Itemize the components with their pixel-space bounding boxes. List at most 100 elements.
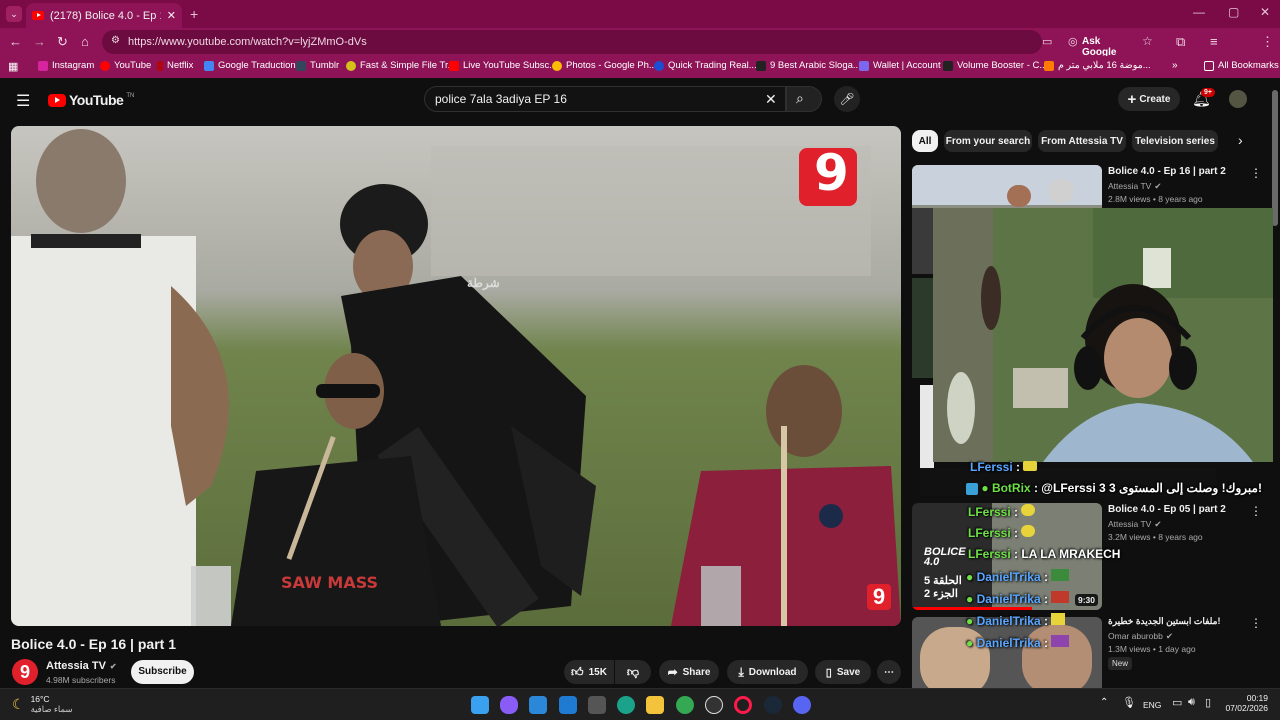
- search-input[interactable]: police 7ala 3adiya EP 16 ✕: [424, 86, 786, 112]
- bookmark-live-subs[interactable]: Live YouTube Subsc...: [449, 60, 557, 71]
- tab-search-button[interactable]: ⌄: [6, 6, 22, 22]
- bookmark-arabic-slogans[interactable]: 9 Best Arabic Sloga...: [756, 60, 861, 71]
- download-button[interactable]: ⤓ Download: [727, 660, 808, 684]
- store-icon[interactable]: [529, 696, 547, 714]
- github-icon[interactable]: [705, 696, 723, 714]
- chrome-icon[interactable]: [676, 696, 694, 714]
- volume-icon[interactable]: 🔊︎: [1188, 696, 1195, 709]
- windows-start-icon[interactable]: [471, 696, 489, 714]
- bookmark-google-traduction[interactable]: Google Traduction: [204, 60, 296, 71]
- bookmark-star-icon[interactable]: ☆: [1142, 34, 1153, 48]
- bookmark-volume-booster[interactable]: Volume Booster - C...: [943, 60, 1047, 71]
- address-bar[interactable]: ⚙ https://www.youtube.com/watch?v=lyjZMm…: [102, 30, 1153, 58]
- youtube-icon: [100, 60, 110, 71]
- rec-meta: 2.8M views • 8 years ago: [1108, 194, 1203, 204]
- translate-icon: [204, 60, 214, 71]
- forward-icon[interactable]: →: [33, 35, 46, 49]
- extensions-icon[interactable]: ⧉: [1176, 35, 1185, 49]
- vscode-icon[interactable]: [559, 696, 577, 714]
- network-icon[interactable]: ▭: [1172, 696, 1182, 709]
- bookmark-wallet[interactable]: Wallet | Account: [859, 60, 941, 71]
- verified-icon: ✔: [1154, 181, 1162, 191]
- discord-icon[interactable]: [793, 696, 811, 714]
- ask-google-button[interactable]: Ask Google: [1082, 36, 1116, 58]
- bookmark-arabic-fashion[interactable]: موضة 16 ملابي متر م...: [1044, 60, 1151, 71]
- chat-message: LFerssi :: [968, 504, 1036, 519]
- file-explorer-icon[interactable]: [646, 696, 664, 714]
- account-avatar[interactable]: [1229, 90, 1247, 108]
- rec-thumbnail-partial[interactable]: [912, 208, 934, 274]
- chip-television-series[interactable]: Television series: [1132, 130, 1218, 152]
- emote-icon: [1051, 569, 1070, 581]
- rec-title[interactable]: Bolice 4.0 - Ep 16 | part 2: [1108, 166, 1226, 177]
- chip-from-attessia[interactable]: From Attessia TV: [1038, 130, 1126, 152]
- search-button[interactable]: ⌕: [786, 86, 822, 112]
- page-scrollbar[interactable]: [1272, 90, 1278, 226]
- all-bookmarks[interactable]: All Bookmarks: [1204, 60, 1279, 71]
- voice-search-button[interactable]: 🎤︎: [834, 86, 860, 112]
- bookmark-google-photos[interactable]: Photos - Google Ph...: [552, 60, 657, 71]
- reload-icon[interactable]: ↻: [57, 35, 68, 49]
- notifications-button[interactable]: 🔔︎ 9+: [1192, 88, 1215, 108]
- create-button[interactable]: + Create: [1118, 87, 1180, 111]
- hamburger-menu-icon[interactable]: ☰: [16, 91, 30, 111]
- channel-avatar[interactable]: 9: [12, 659, 38, 685]
- chat-username: DanielTrika: [976, 570, 1041, 584]
- rec-thumbnail-partial[interactable]: [912, 278, 934, 378]
- chat-message: ● BotRix : @LFerssi 3 مبروك! وصلت إلى ال…: [966, 481, 1262, 495]
- google-photos-icon: [552, 60, 562, 71]
- app-cube-icon[interactable]: [588, 696, 606, 714]
- video-player[interactable]: SAW MASS 9 شرطة 9: [11, 126, 901, 626]
- steam-icon[interactable]: [764, 696, 782, 714]
- close-window-icon[interactable]: ✕: [1260, 5, 1270, 19]
- clear-search-icon[interactable]: ✕: [765, 91, 777, 108]
- install-app-icon[interactable]: ▭: [1042, 35, 1052, 48]
- emote-icon: [1051, 591, 1070, 603]
- back-icon[interactable]: ←: [9, 35, 22, 49]
- notification-badge: 9+: [1201, 88, 1215, 97]
- more-actions-button[interactable]: ⋯: [877, 660, 901, 684]
- minimize-icon[interactable]: —: [1193, 5, 1205, 19]
- bookmark-tumblr[interactable]: Tumblr: [296, 60, 339, 71]
- chip-from-your-search[interactable]: From your search: [944, 130, 1032, 152]
- verified-check-icon: ●: [966, 614, 974, 628]
- subscribe-button[interactable]: Subscribe: [131, 660, 194, 684]
- save-button[interactable]: ▯ Save: [815, 660, 871, 684]
- youtube-logo[interactable]: YouTube TN: [48, 92, 134, 108]
- chevron-right-icon[interactable]: ›: [1238, 132, 1243, 148]
- bookmark-quick-trading[interactable]: Quick Trading Real...: [654, 60, 757, 71]
- edge-icon[interactable]: [617, 696, 635, 714]
- weather-temp: 16°C: [30, 694, 50, 704]
- bookmark-netflix[interactable]: Netflix: [157, 60, 193, 71]
- maximize-icon[interactable]: ▢: [1228, 5, 1239, 19]
- site-info-icon[interactable]: ⚙: [111, 35, 120, 46]
- language-indicator[interactable]: ENG: [1143, 700, 1161, 710]
- bookmarks-overflow-icon[interactable]: »: [1172, 60, 1178, 71]
- bookmark-youtube[interactable]: YouTube: [100, 60, 151, 71]
- tab-close-icon[interactable]: ✕: [167, 9, 176, 22]
- apps-grid-icon[interactable]: ▦: [8, 60, 18, 73]
- dislike-button[interactable]: 👎︎: [615, 660, 651, 684]
- bookmark-instagram[interactable]: Instagram: [38, 60, 94, 71]
- channel-name[interactable]: Attessia TV ✔: [46, 660, 117, 672]
- copilot-icon[interactable]: [500, 696, 518, 714]
- weather-widget[interactable]: ☾ 16°C سماء صافية: [12, 694, 73, 715]
- new-tab-button[interactable]: +: [190, 6, 198, 22]
- tray-mic-icon[interactable]: 🎙︎: [1122, 696, 1136, 709]
- tray-overflow-icon[interactable]: ⌃: [1100, 697, 1108, 708]
- like-button[interactable]: 👍︎ 15K: [564, 660, 614, 684]
- battery-icon[interactable]: ▯: [1205, 696, 1211, 709]
- share-button[interactable]: ➦ Share: [659, 660, 719, 684]
- opera-gx-icon[interactable]: [734, 696, 752, 714]
- home-icon[interactable]: ⌂: [81, 35, 89, 49]
- bookmark-file-transfer[interactable]: Fast & Simple File Tr...: [346, 60, 456, 71]
- clock[interactable]: 00:19 07/02/2026: [1224, 693, 1268, 713]
- rec-channel[interactable]: Attessia TV ✔: [1108, 181, 1161, 192]
- rec-more-icon[interactable]: ⋮: [1250, 166, 1262, 180]
- browser-menu-icon[interactable]: ⋮: [1261, 35, 1274, 49]
- tab-active[interactable]: (2178) Bolice 4.0 - Ep 16 | part ✕: [26, 3, 182, 28]
- reading-list-icon[interactable]: ≡: [1210, 35, 1218, 49]
- tab-title: (2178) Bolice 4.0 - Ep 16 | part: [50, 9, 161, 22]
- chip-all[interactable]: All: [912, 130, 938, 152]
- chat-text: LA LA MRAKECH: [1021, 547, 1121, 561]
